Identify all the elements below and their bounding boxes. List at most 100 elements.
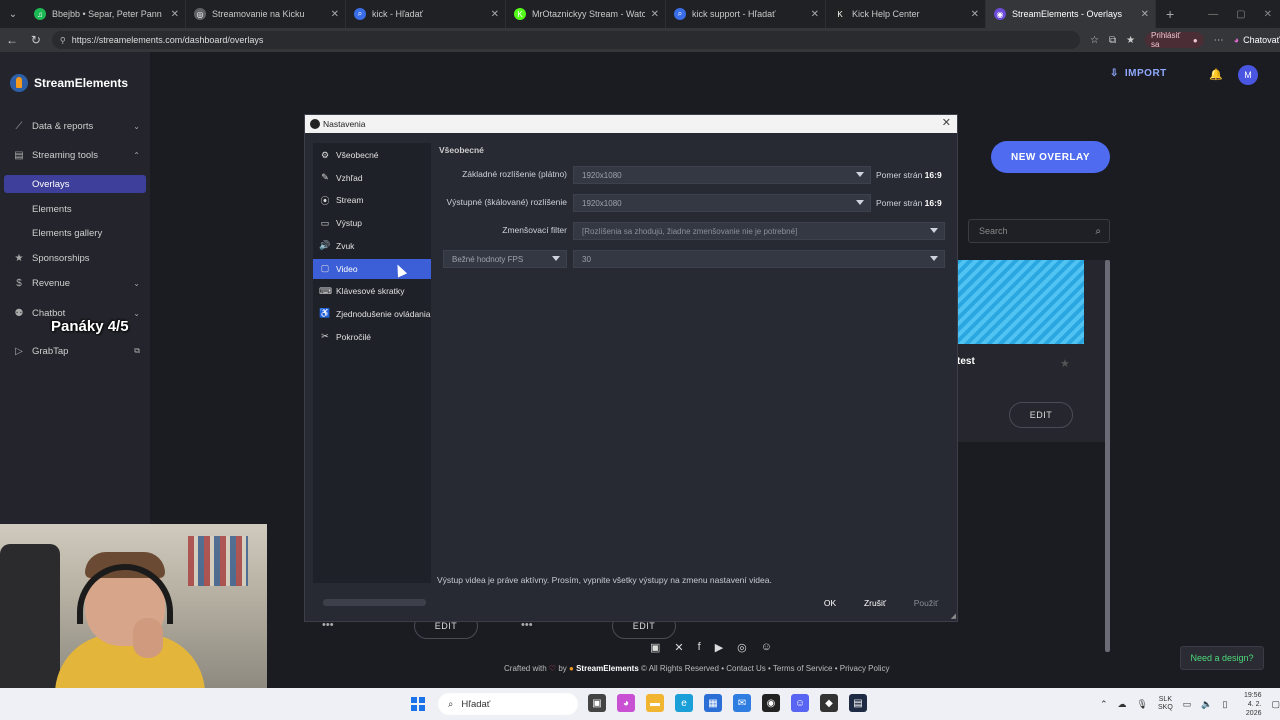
- edge-icon[interactable]: e: [675, 694, 693, 712]
- overlay-thumbnail[interactable]: [957, 260, 1084, 344]
- language-indicator[interactable]: SLK SKQ: [1158, 696, 1173, 712]
- facebook-icon[interactable]: f: [698, 641, 701, 654]
- tab-close-icon[interactable]: ✕: [971, 9, 979, 20]
- tray-overflow-icon[interactable]: ⌃: [1100, 699, 1108, 710]
- obs-taskbar-icon[interactable]: ◉: [762, 694, 780, 712]
- task-view-icon[interactable]: ▣: [588, 694, 606, 712]
- more-menu-icon[interactable]: ⋯: [1214, 35, 1224, 46]
- tab-close-icon[interactable]: ✕: [651, 9, 659, 20]
- edit-button[interactable]: EDIT: [1009, 402, 1073, 428]
- notifications-icon[interactable]: ▢: [1271, 699, 1280, 710]
- store-icon[interactable]: ▦: [704, 694, 722, 712]
- browser-tab[interactable]: K Kick Help Center ✕: [826, 0, 986, 28]
- tab-list-chevron-icon[interactable]: ⌄: [0, 9, 26, 20]
- resize-grip-icon[interactable]: ◢: [951, 612, 956, 620]
- close-window-icon[interactable]: ✕: [1264, 9, 1272, 20]
- settings-category[interactable]: ▢ Video: [313, 258, 431, 279]
- cloud-icon[interactable]: ☁: [1118, 699, 1127, 710]
- url-field[interactable]: ⚲ https://streamelements.com/dashboard/o…: [51, 31, 1080, 49]
- x-icon[interactable]: ✕: [674, 641, 683, 654]
- fps-type-select[interactable]: Bežné hodnoty FPS: [443, 250, 567, 268]
- tab-close-icon[interactable]: ✕: [811, 9, 819, 20]
- new-tab-button[interactable]: +: [1166, 6, 1174, 22]
- favorite-star-icon[interactable]: ☆: [1090, 35, 1099, 46]
- outlook-icon[interactable]: ✉: [733, 694, 751, 712]
- tab-close-icon[interactable]: ✕: [331, 9, 339, 20]
- windows-start-icon[interactable]: [411, 697, 425, 711]
- dialog-title-bar[interactable]: Nastavenia ✕: [305, 115, 957, 133]
- site-info-icon[interactable]: ⚲: [60, 36, 66, 45]
- tab-close-icon[interactable]: ✕: [171, 9, 179, 20]
- favorite-star-icon[interactable]: ★: [1060, 357, 1070, 370]
- tab-close-icon[interactable]: ✕: [491, 9, 499, 20]
- sign-in-button[interactable]: Prihlásiť sa ●: [1145, 31, 1204, 49]
- settings-category[interactable]: ⌨ Klávesové skratky: [313, 281, 431, 301]
- settings-category[interactable]: ✂ Pokročilé: [313, 327, 431, 347]
- app-icon[interactable]: ◆: [820, 694, 838, 712]
- sidebar-item-sponsorships[interactable]: ★ Sponsorships: [0, 247, 150, 269]
- privacy-link[interactable]: Privacy Policy: [840, 664, 890, 673]
- settings-category[interactable]: ✎ Vzhľad: [313, 168, 431, 188]
- sidebar-item-overlays[interactable]: Overlays: [4, 175, 146, 193]
- browser-tab[interactable]: ⌕ kick support - Hľadať ✕: [666, 0, 826, 28]
- notifications-bell-icon[interactable]: 🔔: [1209, 68, 1223, 81]
- apply-button[interactable]: Použiť: [905, 593, 947, 613]
- overlay-card[interactable]: test ★ EDIT: [957, 260, 1107, 442]
- browser-tab[interactable]: ◎ Streamovanie na Kicku ✕: [186, 0, 346, 28]
- browser-tab[interactable]: ◉ StreamElements - Overlays ✕: [986, 0, 1156, 28]
- favorites-icon[interactable]: ★: [1126, 35, 1135, 46]
- battery-icon[interactable]: ▯: [1223, 699, 1228, 710]
- minimize-icon[interactable]: —: [1208, 9, 1218, 20]
- twitch-icon[interactable]: ▣: [650, 641, 660, 654]
- category-scrollbar[interactable]: [323, 599, 426, 606]
- sidebar-item-data-reports[interactable]: ⟋ Data & reports ⌄: [0, 115, 150, 137]
- instagram-icon[interactable]: ◎: [737, 641, 747, 654]
- sidebar-item-grabtap[interactable]: ▷ GrabTap ⧉: [0, 340, 150, 362]
- browser-tab[interactable]: ♫ Bbejbb • Separ, Peter Pann ✕: [26, 0, 186, 28]
- cancel-button[interactable]: Zrušiť: [855, 593, 895, 613]
- copilot-chat-button[interactable]: ◕ Chatovať: [1234, 35, 1280, 45]
- close-icon[interactable]: ✕: [942, 116, 951, 129]
- sidebar-item-streaming-tools[interactable]: ▤ Streaming tools ⌃: [0, 144, 150, 166]
- downscale-filter-select[interactable]: [Rozlíšenia sa zhodujú, žiadne zmenšovan…: [573, 222, 945, 240]
- back-icon[interactable]: ←: [0, 33, 24, 47]
- new-overlay-button[interactable]: NEW OVERLAY: [991, 141, 1110, 173]
- search-icon[interactable]: ⌕: [1095, 226, 1101, 237]
- page-scrollbar[interactable]: [1105, 260, 1110, 652]
- maximize-icon[interactable]: ▢: [1236, 9, 1245, 20]
- browser-tab[interactable]: ⌕ kick - Hľadať ✕: [346, 0, 506, 28]
- settings-category[interactable]: ⦿ Stream: [313, 190, 431, 210]
- app-icon[interactable]: ▤: [849, 694, 867, 712]
- discord-icon[interactable]: ☺: [761, 641, 772, 654]
- copilot-icon[interactable]: ◕: [617, 694, 635, 712]
- tab-close-icon[interactable]: ✕: [1141, 9, 1149, 20]
- discord-taskbar-icon[interactable]: ☺: [791, 694, 809, 712]
- settings-category[interactable]: ⚙ Všeobecné: [313, 145, 431, 165]
- base-resolution-select[interactable]: 1920x1080: [573, 166, 871, 184]
- network-icon[interactable]: ▭: [1183, 699, 1192, 710]
- microphone-icon[interactable]: 🎙: [1137, 699, 1148, 710]
- sidebar-item-elements-gallery[interactable]: Elements gallery: [32, 228, 102, 239]
- taskbar-search[interactable]: ⌕ Hľadať: [438, 693, 578, 715]
- contact-link[interactable]: Contact Us: [726, 664, 766, 673]
- sidebar-item-elements[interactable]: Elements: [32, 204, 72, 215]
- youtube-icon[interactable]: ▶: [715, 641, 723, 654]
- output-resolution-select[interactable]: 1920x1080: [573, 194, 871, 212]
- clock[interactable]: 19:56 4. 2. 2026: [1237, 691, 1262, 718]
- file-explorer-icon[interactable]: ▬: [646, 694, 664, 712]
- sidebar-item-revenue[interactable]: $ Revenue ⌄: [0, 272, 150, 294]
- settings-category[interactable]: 🔊 Zvuk: [313, 236, 431, 256]
- search-input[interactable]: Search ⌕: [968, 219, 1110, 243]
- avatar[interactable]: M: [1238, 65, 1258, 85]
- settings-category[interactable]: ♿ Zjednodušenie ovládania: [313, 304, 431, 324]
- extensions-icon[interactable]: ⧉: [1109, 35, 1116, 46]
- need-design-button[interactable]: Need a design?: [1180, 646, 1264, 670]
- volume-icon[interactable]: 🔈: [1201, 699, 1212, 710]
- ok-button[interactable]: OK: [815, 593, 845, 613]
- brand-logo[interactable]: StreamElements: [10, 74, 128, 92]
- terms-link[interactable]: Terms of Service: [773, 664, 833, 673]
- reload-icon[interactable]: ↻: [24, 33, 48, 47]
- import-button[interactable]: ⇩ IMPORT: [1110, 68, 1167, 79]
- settings-category[interactable]: ▭ Výstup: [313, 213, 431, 233]
- browser-tab[interactable]: K MrOtaznickyy Stream - Watch Live ✕: [506, 0, 666, 28]
